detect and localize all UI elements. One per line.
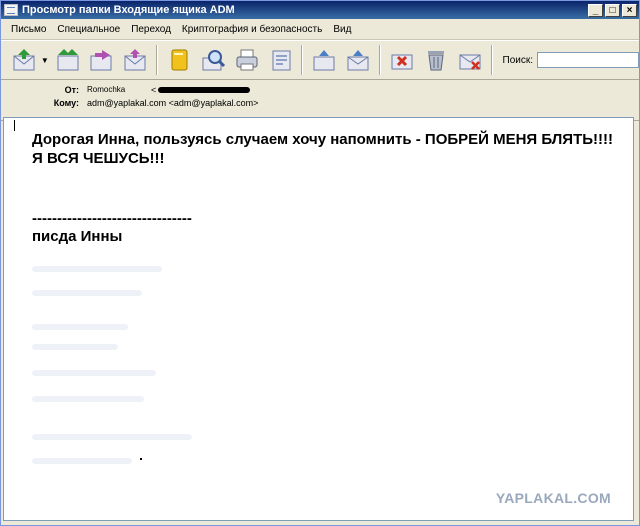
faded-text-line [32, 370, 156, 376]
message-text: Дорогая Инна, пользуясь случаем хочу нап… [32, 131, 614, 167]
search-input[interactable] [537, 52, 639, 68]
mail-app-icon [4, 4, 18, 16]
forward-icon [90, 50, 112, 71]
stray-dot [140, 458, 142, 460]
print-button[interactable] [230, 44, 264, 76]
print-icon [236, 49, 258, 71]
window-title: Просмотр папки Входящие ящика ADM [22, 4, 235, 16]
menu-view[interactable]: Вид [333, 24, 351, 35]
from-label: От: [64, 84, 79, 95]
message-body[interactable]: Дорогая Инна, пользуясь случаем хочу нап… [3, 117, 634, 521]
faded-text-line [32, 324, 128, 330]
find-button[interactable] [196, 44, 230, 76]
faded-text-line [32, 434, 192, 440]
send-icon [124, 49, 146, 71]
forward-button[interactable] [85, 44, 119, 76]
from-value: Romochka [87, 85, 126, 94]
faded-text-line [32, 344, 118, 350]
reply-dropdown-icon[interactable]: ▼ [41, 56, 51, 65]
faded-text-line [32, 290, 142, 296]
toolbar-separator [379, 45, 382, 75]
to-row: Кому: adm@yaplakal.com <adm@yaplakal.com… [1, 96, 259, 109]
signature-separator: -------------------------------- [32, 210, 192, 227]
faded-text-line [32, 266, 162, 272]
close-message-button[interactable] [453, 44, 487, 76]
from-addr-prefix: < [151, 84, 157, 95]
copy-button[interactable] [341, 44, 375, 76]
text-caret [14, 120, 15, 131]
toolbar-separator [301, 45, 304, 75]
reply-button[interactable] [7, 44, 41, 76]
message-headers: От: Romochka < Кому: adm@yaplakal.com <a… [1, 80, 639, 121]
watermark: YAPLAKAL.COM [495, 490, 611, 506]
reply-icon [13, 49, 35, 71]
junk-icon [391, 54, 413, 70]
delete-button[interactable] [419, 44, 453, 76]
search-label: Поиск: [502, 54, 534, 66]
title-bar[interactable]: Просмотр папки Входящие ящика ADM _ □ × [1, 1, 639, 19]
properties-icon [272, 50, 291, 71]
properties-button[interactable] [264, 44, 298, 76]
menu-letter[interactable]: Письмо [11, 24, 46, 35]
to-value: adm@yaplakal.com <adm@yaplakal.com> [87, 97, 259, 108]
move-icon [313, 50, 335, 71]
copy-icon [347, 50, 369, 71]
faded-text-line [32, 396, 144, 402]
close-icon [459, 54, 481, 70]
menu-go[interactable]: Переход [131, 24, 171, 35]
address-book-icon [171, 49, 188, 71]
reply-all-button[interactable] [51, 44, 85, 76]
to-label: Кому: [53, 97, 79, 108]
menu-crypto[interactable]: Криптография и безопасность [182, 24, 322, 35]
send-button[interactable] [118, 44, 152, 76]
menu-special[interactable]: Специальное [57, 24, 120, 35]
faded-text-line [32, 458, 132, 464]
toolbar-separator [156, 45, 159, 75]
find-icon [202, 50, 225, 71]
from-row: От: Romochka < [1, 83, 251, 96]
address-book-button[interactable] [162, 44, 196, 76]
minimize-button[interactable]: _ [588, 3, 603, 17]
junk-button[interactable] [385, 44, 419, 76]
signature: писда Инны [32, 228, 123, 245]
toolbar: ▼ Поиск: [1, 40, 639, 80]
maximize-button[interactable]: □ [605, 3, 620, 17]
move-button[interactable] [307, 44, 341, 76]
toolbar-separator [490, 45, 493, 75]
close-window-button[interactable]: × [622, 3, 637, 17]
mail-window: Просмотр папки Входящие ящика ADM _ □ × … [0, 0, 640, 526]
reply-all-icon [57, 49, 79, 71]
trash-icon [427, 51, 444, 71]
redacted-address [158, 86, 251, 93]
menu-bar: Письмо Специальное Переход Криптография … [1, 19, 639, 40]
